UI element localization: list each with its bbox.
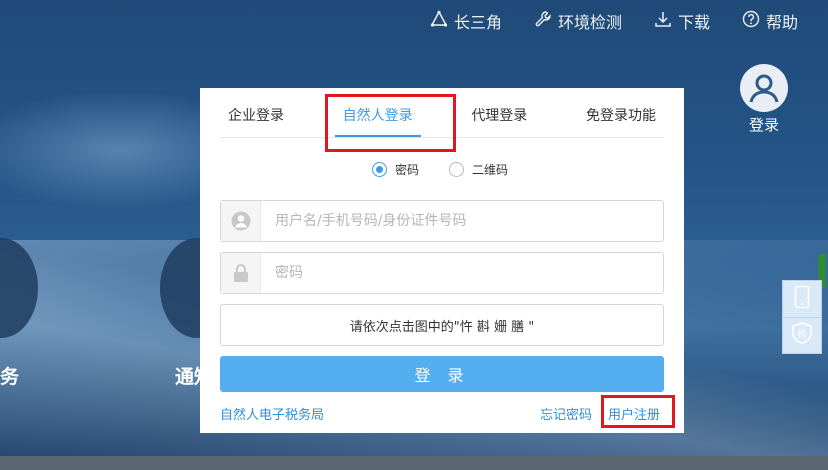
wrench-icon	[534, 10, 552, 32]
nav-item-yangtze-delta[interactable]: 长三角	[430, 9, 502, 33]
tax-shield-icon: 税	[790, 321, 814, 349]
top-nav: 长三角 环境检测 下载 帮助	[430, 8, 798, 34]
login-mode-options: 密码 二维码	[372, 161, 508, 178]
radio-unchecked-icon	[449, 162, 465, 177]
tab-no-login-functions[interactable]: 免登录功能	[578, 105, 664, 137]
tab-individual-login[interactable]: 自然人登录	[334, 105, 421, 137]
radio-label: 二维码	[472, 163, 509, 177]
header-login-button[interactable]: 登录	[738, 64, 790, 135]
nav-item-label: 长三角	[453, 13, 502, 32]
login-tabs: 企业登录 自然人登录 代理登录 免登录功能	[220, 88, 664, 138]
side-tool-mobile[interactable]	[783, 281, 821, 317]
username-field	[220, 200, 664, 242]
forgot-password-link[interactable]: 忘记密码	[540, 404, 592, 423]
service-label-left: 务	[0, 366, 20, 388]
user-icon	[221, 201, 261, 241]
tax-shield-label: 税	[797, 328, 806, 340]
lock-icon	[221, 253, 261, 293]
tax-bureau-link[interactable]: 自然人电子税务局	[220, 404, 324, 423]
register-link[interactable]: 用户注册	[608, 404, 660, 423]
password-field	[220, 252, 664, 294]
triangle-network-icon	[430, 10, 448, 32]
nav-item-env-check[interactable]: 环境检测	[534, 9, 622, 33]
click-captcha[interactable]: 请依次点击图中的"忤 斟 姗 膳 "	[220, 304, 664, 346]
password-input[interactable]	[261, 253, 663, 293]
login-button[interactable]: 登 录	[220, 356, 664, 392]
side-tool-tax[interactable]: 税	[783, 316, 821, 354]
download-icon	[654, 10, 672, 32]
mobile-phone-icon	[794, 285, 810, 313]
tab-agent-login[interactable]: 代理登录	[463, 105, 535, 137]
nav-item-help[interactable]: 帮助	[742, 9, 798, 33]
login-panel: 企业登录 自然人登录 代理登录 免登录功能 密码 二维码 请依次点击图中的"忤 …	[200, 88, 684, 433]
tab-enterprise-login[interactable]: 企业登录	[220, 105, 292, 137]
bottom-bar	[0, 456, 828, 470]
username-input[interactable]	[261, 201, 663, 241]
side-toolbar: 税	[782, 280, 822, 354]
user-avatar-icon	[740, 64, 788, 112]
header-login-label: 登录	[748, 116, 779, 134]
nav-item-label: 环境检测	[557, 13, 622, 32]
radio-label: 密码	[395, 163, 420, 177]
nav-item-label: 帮助	[765, 13, 798, 32]
nav-item-label: 下载	[677, 13, 710, 32]
help-icon	[742, 10, 760, 32]
radio-checked-icon	[372, 162, 387, 177]
radio-qrcode-mode[interactable]: 二维码	[449, 161, 508, 178]
nav-item-download[interactable]: 下载	[654, 9, 710, 33]
radio-password-mode[interactable]: 密码	[372, 161, 419, 178]
